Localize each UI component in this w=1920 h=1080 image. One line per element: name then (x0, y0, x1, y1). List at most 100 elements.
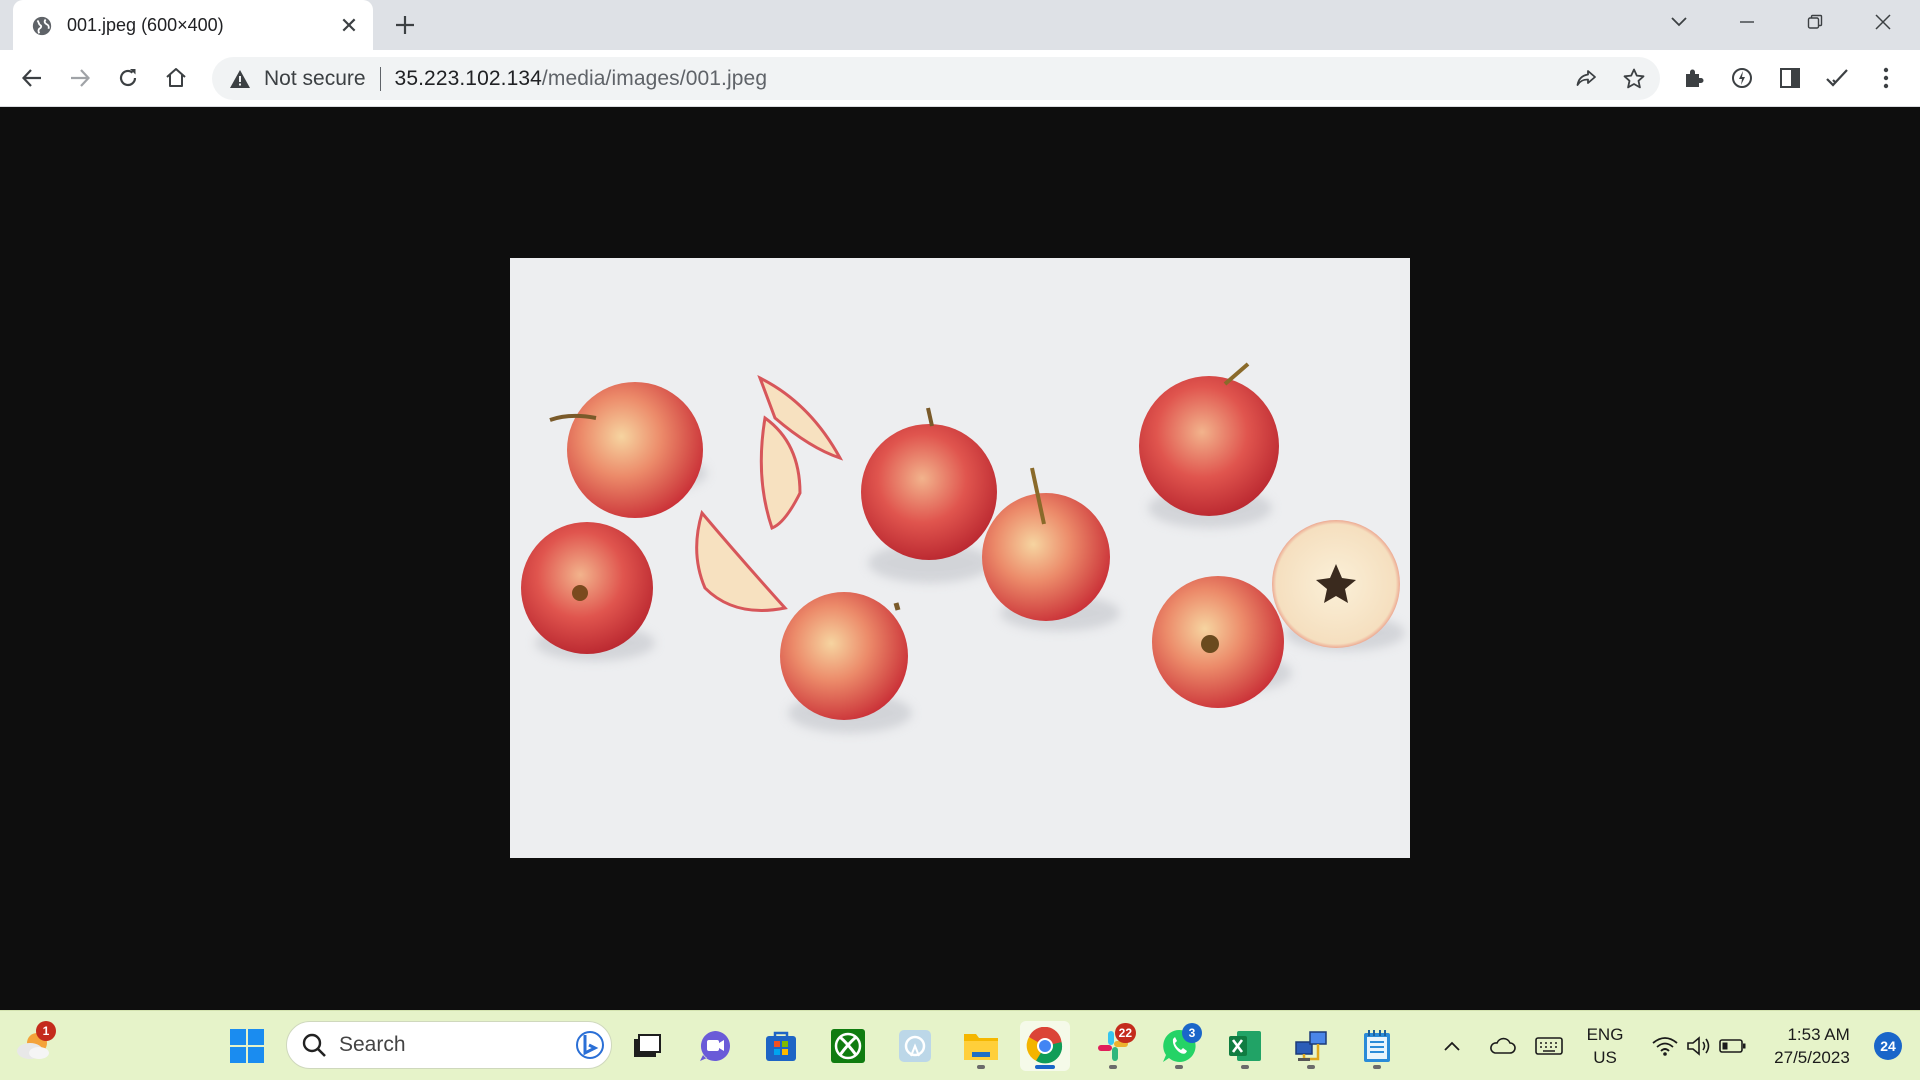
region-code: US (1593, 1048, 1617, 1067)
running-indicator (1307, 1065, 1315, 1069)
xbox-icon (831, 1029, 865, 1063)
excel-button[interactable] (1220, 1021, 1270, 1071)
touch-keyboard-button[interactable] (1530, 1025, 1568, 1067)
tab-strip: 001.jpeg (600×400) ✕ (0, 0, 1920, 51)
speedometer-icon (1732, 68, 1752, 88)
keyboard-icon (1535, 1037, 1563, 1055)
onedrive-button[interactable] (1484, 1025, 1520, 1067)
running-indicator (1241, 1065, 1249, 1069)
running-indicator (1109, 1065, 1117, 1069)
restore-icon (1807, 14, 1823, 29)
browser-toolbar: Not secure 35.223.102.134/media/images/0… (0, 50, 1920, 107)
share-icon (1576, 70, 1596, 86)
arrow-left-icon (21, 69, 41, 87)
performance-button[interactable] (1722, 58, 1762, 98)
frame-app-icon (899, 1030, 931, 1062)
folder-icon (964, 1034, 998, 1060)
language-code: ENG (1586, 1025, 1624, 1044)
notification-center-button[interactable]: 24 (1864, 1025, 1912, 1067)
home-button[interactable] (156, 58, 196, 98)
restore-button[interactable] (1782, 0, 1848, 44)
forward-button[interactable] (60, 58, 100, 98)
show-hidden-icons-button[interactable] (1436, 1025, 1468, 1067)
running-indicator (977, 1065, 985, 1069)
excel-icon (1229, 1031, 1261, 1061)
new-tab-button[interactable] (386, 6, 424, 44)
share-button[interactable] (1566, 59, 1606, 99)
taskbar: 1 Search 22 3 ENG US 1:53 AM 27/5/2023 2… (0, 1010, 1920, 1080)
network-computers-icon (1295, 1031, 1327, 1061)
teams-chat-icon (700, 1031, 730, 1061)
side-panel-icon (1780, 68, 1800, 88)
chevron-down-icon (1671, 17, 1687, 27)
chevron-up-icon (1444, 1041, 1460, 1051)
kebab-menu-icon (1883, 67, 1889, 89)
start-button[interactable] (222, 1021, 272, 1071)
windows-logo-icon (230, 1029, 264, 1063)
notepad-button[interactable] (1352, 1021, 1402, 1071)
notepad-icon (1364, 1030, 1390, 1062)
whatsapp-badge: 3 (1182, 1023, 1202, 1043)
minimize-button[interactable] (1714, 0, 1780, 44)
widgets-button[interactable]: 1 (8, 1021, 58, 1071)
search-icon (302, 1033, 326, 1057)
battery-icon (1719, 1039, 1746, 1053)
file-explorer-button[interactable] (956, 1021, 1006, 1071)
back-button[interactable] (12, 58, 52, 98)
network-app-button[interactable] (1286, 1021, 1336, 1071)
apples-photo[interactable] (510, 258, 1410, 858)
chrome-button[interactable] (1020, 1021, 1070, 1071)
reload-icon (119, 69, 137, 87)
xbox-button[interactable] (823, 1021, 873, 1071)
quick-settings-button[interactable] (1646, 1025, 1752, 1067)
cloud-icon (1490, 1037, 1516, 1054)
running-indicator (1373, 1065, 1381, 1069)
browser-tab[interactable]: 001.jpeg (600×400) ✕ (13, 0, 373, 51)
search-label: Search (339, 1033, 406, 1056)
tab-search-button[interactable] (1646, 0, 1712, 44)
bookmark-button[interactable] (1614, 59, 1654, 99)
url-text[interactable]: 35.223.102.134/media/images/001.jpeg (395, 67, 768, 91)
arrow-right-icon (71, 69, 91, 87)
taskbar-search[interactable]: Search (286, 1021, 612, 1069)
app-generic-button[interactable] (890, 1021, 940, 1071)
side-panel-button[interactable] (1770, 58, 1810, 98)
store-icon (766, 1031, 796, 1061)
close-icon (1875, 14, 1891, 30)
puzzle-icon (1686, 69, 1704, 87)
active-indicator (1035, 1065, 1055, 1069)
clock-time: 1:53 AM (1787, 1025, 1850, 1044)
extensions-button[interactable] (1674, 58, 1714, 98)
task-view-button[interactable] (622, 1021, 672, 1071)
clock[interactable]: 1:53 AM 27/5/2023 (1764, 1025, 1860, 1067)
double-check-icon (1826, 69, 1848, 87)
url-host: 35.223.102.134 (394, 66, 542, 90)
running-indicator (1175, 1065, 1183, 1069)
minimize-icon (1740, 21, 1754, 23)
notification-count-badge: 24 (1874, 1032, 1902, 1060)
warning-icon[interactable] (228, 67, 252, 91)
omnibox-separator (379, 66, 381, 91)
slack-badge: 22 (1114, 1023, 1136, 1043)
security-label[interactable]: Not secure (264, 67, 366, 91)
star-icon (1623, 68, 1645, 89)
widgets-badge: 1 (36, 1021, 56, 1041)
globe-icon (32, 16, 52, 35)
close-window-button[interactable] (1850, 0, 1916, 44)
address-bar[interactable]: Not secure 35.223.102.134/media/images/0… (212, 57, 1660, 100)
profile-check-button[interactable] (1818, 58, 1858, 98)
menu-button[interactable] (1866, 58, 1906, 98)
whatsapp-button[interactable]: 3 (1154, 1021, 1204, 1071)
close-tab-icon[interactable]: ✕ (329, 6, 369, 46)
home-icon (166, 68, 186, 87)
reload-button[interactable] (108, 58, 148, 98)
teams-chat-button[interactable] (690, 1021, 740, 1071)
slack-button[interactable]: 22 (1088, 1021, 1138, 1071)
clock-date: 27/5/2023 (1774, 1048, 1850, 1067)
microsoft-store-button[interactable] (756, 1021, 806, 1071)
bing-icon[interactable] (575, 1029, 605, 1061)
plus-icon (396, 16, 414, 34)
language-indicator[interactable]: ENG US (1578, 1025, 1632, 1067)
chrome-icon (1026, 1027, 1063, 1064)
task-view-icon (634, 1034, 661, 1057)
